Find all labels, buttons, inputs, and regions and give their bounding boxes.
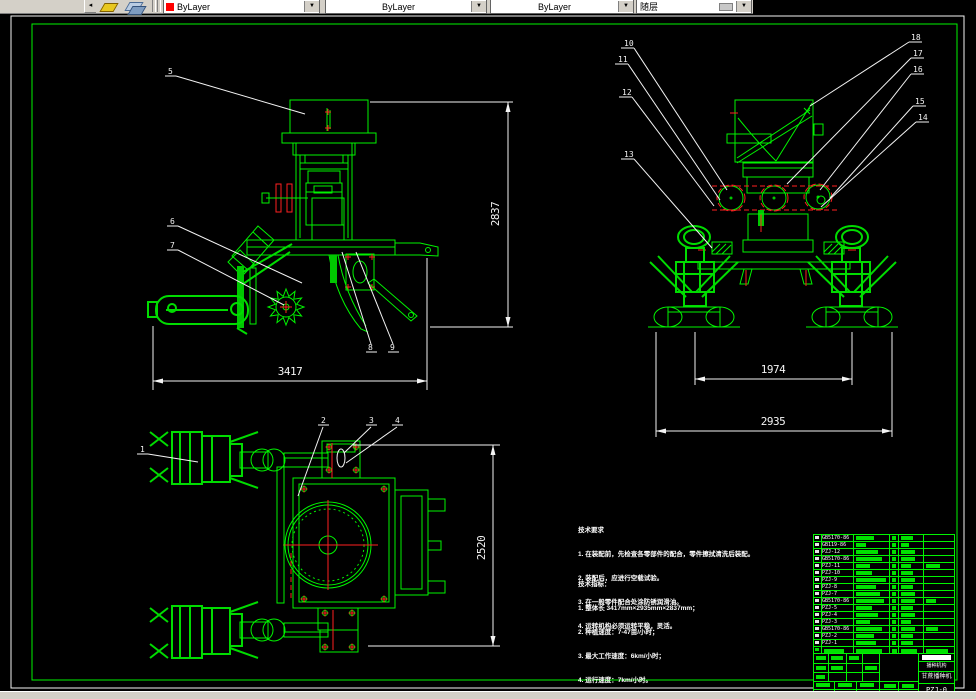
tech-spec-item: 2. 种植速度：7-47亩/小时； (578, 629, 659, 636)
bom-table: GB5170-86 GB119-86 PZJ-12 GB5170-86 PZJ-… (813, 534, 955, 657)
table-row: PZJ-12 (814, 549, 954, 556)
svg-text:12: 12 (622, 88, 632, 97)
dim-text-2520: 2520 (475, 536, 488, 561)
table-row: PZJ-2 (814, 633, 954, 640)
table-row: PZJ-9 (814, 577, 954, 584)
table-row: GB5170-86 (814, 556, 954, 563)
chevron-down-icon[interactable]: ▼ (618, 1, 633, 12)
technical-specs: 技术指标： 1. 整体长 3417mm×2935mm×2837mm； 2. 种植… (578, 565, 699, 699)
color-value: ByLayer (177, 1, 211, 12)
plot-style-value: 随层 (640, 2, 659, 12)
title-block-product: 甘蔗播种机 (919, 672, 954, 684)
linetype-value: ByLayer (381, 1, 416, 12)
table-row: PZJ-11 (814, 563, 954, 570)
title-block-mark-bar (922, 655, 951, 660)
dim-text-2935: 2935 (761, 415, 786, 428)
dimension-side-height: 2837 (370, 101, 513, 328)
cad-application-window: ◂ ByLayer ▼ ByLayer ▼ ByLayer ▼ 随层 ▼ 283… (0, 0, 976, 699)
svg-text:1: 1 (140, 445, 145, 454)
toolbar-separator (157, 0, 161, 12)
chevron-down-icon[interactable]: ▼ (471, 1, 486, 12)
table-row: GB5170-86 (814, 598, 954, 605)
table-row: PZJ-8 (814, 584, 954, 591)
dimension-front-track: 1974 (694, 332, 853, 385)
svg-text:8: 8 (368, 343, 373, 352)
chevron-down-icon[interactable]: ▼ (304, 1, 319, 12)
svg-text:5: 5 (168, 67, 173, 76)
table-row: PZJ-3 (814, 619, 954, 626)
dropdown-arrow-fragment[interactable]: ◂ (84, 0, 96, 13)
tech-spec-item: 3. 最大工作速度：6km/小时； (578, 653, 666, 660)
make-object-layer-current-button[interactable] (98, 0, 121, 12)
table-row: GB5170-86 (814, 535, 954, 542)
dimension-front-width: 2935 (655, 332, 893, 437)
spiked-press-wheel (266, 287, 306, 327)
lineweight-control-dropdown[interactable]: ByLayer ▼ (490, 0, 634, 14)
svg-text:14: 14 (918, 113, 928, 122)
properties-toolbar: ◂ ByLayer ▼ ByLayer ▼ ByLayer ▼ 随层 ▼ (0, 0, 753, 15)
table-row: GB5170-86 (814, 626, 954, 633)
table-row: PZJ-7 (814, 591, 954, 598)
tech-spec-item: 4. 运行速度：7km/小时。 (578, 677, 653, 684)
svg-text:4: 4 (395, 416, 400, 425)
dim-text-2837: 2837 (489, 202, 502, 227)
plot-style-control-dropdown[interactable]: 随层 ▼ (636, 0, 752, 14)
linetype-control-dropdown[interactable]: ByLayer ▼ (325, 0, 487, 14)
tech-spec-item: 1. 整体长 3417mm×2935mm×2837mm； (578, 605, 699, 612)
svg-text:18: 18 (911, 33, 921, 42)
make-object-layer-current-icon (99, 3, 119, 12)
title-block-org: 播种机构 (919, 662, 954, 672)
side-view (147, 99, 439, 335)
status-bar (0, 691, 976, 699)
color-control-dropdown[interactable]: ByLayer ▼ (163, 0, 320, 14)
top-view (149, 431, 446, 659)
svg-text:15: 15 (915, 97, 925, 106)
svg-text:10: 10 (624, 39, 634, 48)
svg-text:3: 3 (369, 416, 374, 425)
svg-text:11: 11 (618, 55, 628, 64)
color-swatch (166, 2, 174, 11)
toolbar-separator (152, 0, 156, 12)
svg-text:6: 6 (170, 217, 175, 226)
tech-req-title: 技术要求 (578, 527, 604, 534)
chevron-down-icon[interactable]: ▼ (736, 1, 751, 12)
table-row: PZJ-4 (814, 612, 954, 619)
tech-req-item: 1. 在装配前，先检查各零部件的配合，零件擦拭清洗后装配。 (578, 551, 755, 558)
dim-text-3417: 3417 (278, 365, 303, 378)
svg-text:13: 13 (624, 150, 634, 159)
table-row: PZJ-10 (814, 570, 954, 577)
svg-text:9: 9 (390, 343, 395, 352)
dim-text-1974: 1974 (761, 363, 786, 376)
svg-text:2: 2 (321, 416, 326, 425)
table-row: PZJ-1 (814, 640, 954, 647)
layer-previous-button[interactable] (124, 0, 147, 15)
table-row: PZJ-5 (814, 605, 954, 612)
table-row: GB119-86 (814, 542, 954, 549)
lineweight-value: ByLayer (537, 1, 572, 12)
svg-text:17: 17 (913, 49, 923, 58)
front-view (647, 99, 899, 328)
svg-text:16: 16 (913, 65, 923, 74)
plot-style-icon (719, 2, 733, 11)
svg-text:7: 7 (170, 241, 175, 250)
tech-spec-title: 技术指标： (578, 581, 611, 588)
